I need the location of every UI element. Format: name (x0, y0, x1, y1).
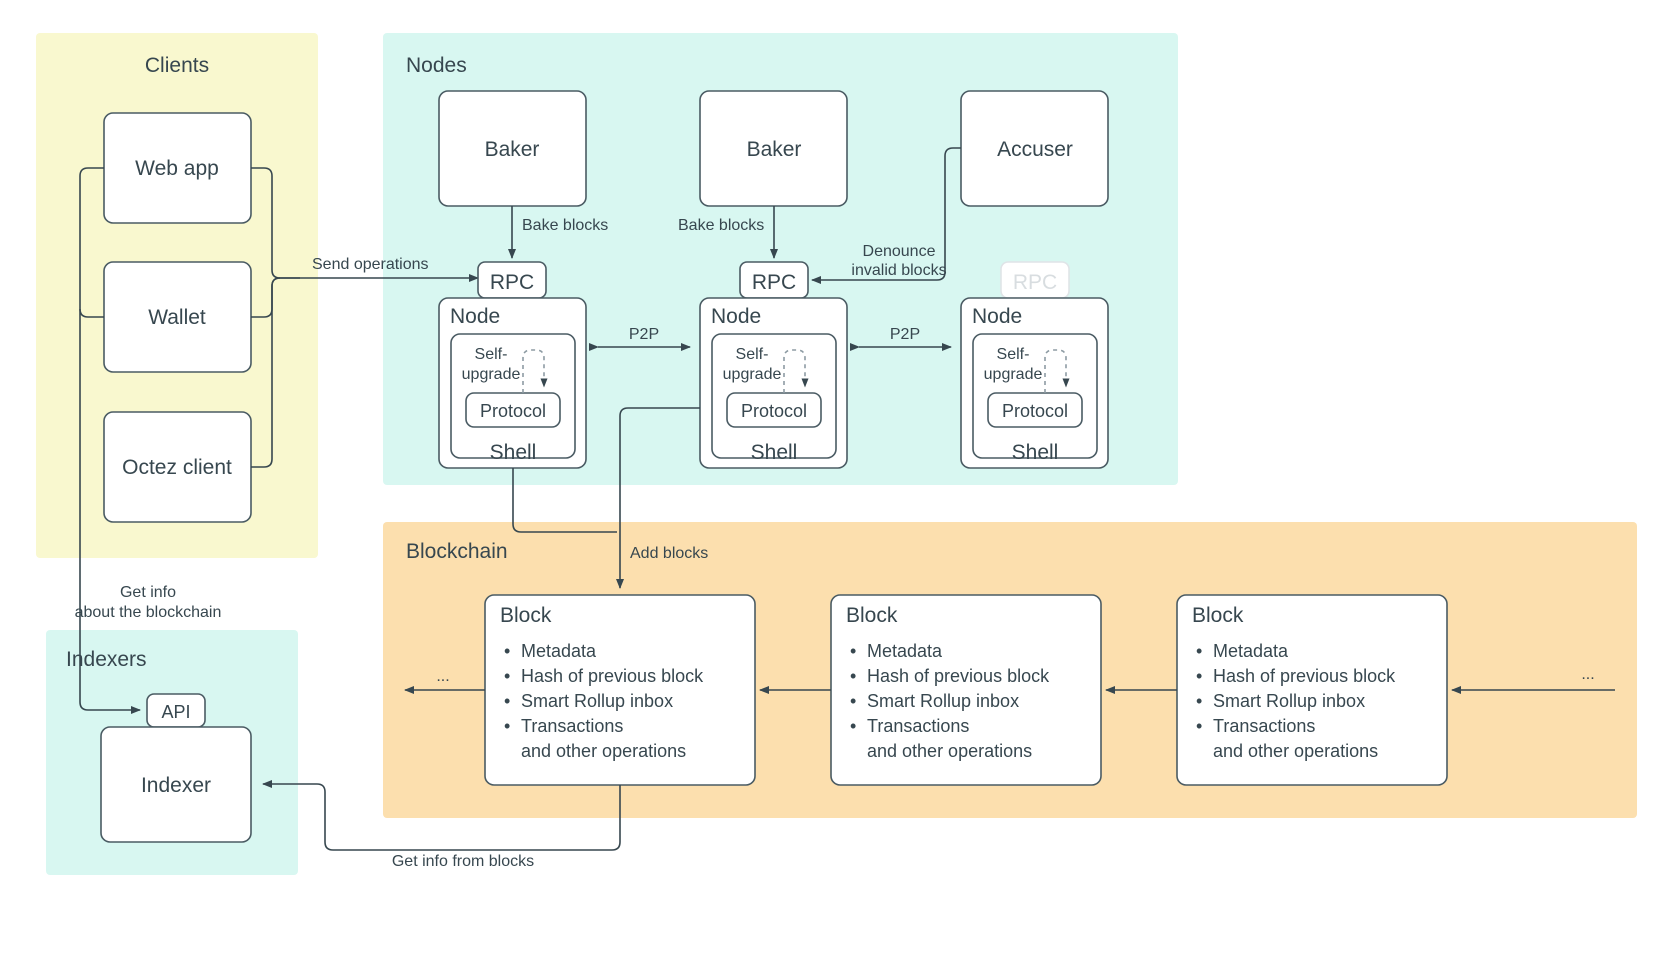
node-label-2: Node (711, 305, 761, 328)
block-cont-1: and other operations (521, 741, 686, 761)
edge-label-get-info-2: about the blockchain (75, 604, 222, 621)
diagram-canvas: Clients Nodes Blockchain Indexers Web ap… (0, 0, 1680, 980)
edge-label-get-info-from-blocks: Get info from blocks (392, 853, 534, 870)
group-label-blockchain: Blockchain (406, 540, 508, 563)
protocol-label-2: Protocol (741, 401, 807, 421)
selfupgrade-label-1b: upgrade (462, 366, 521, 383)
edge-label-get-info-1: Get info (120, 584, 176, 601)
edge-label-denounce-2: invalid blocks (851, 262, 946, 279)
block-bullet-1-1: • Hash of previous block (504, 666, 704, 686)
rpc-label-1: RPC (490, 271, 534, 294)
edge-label-bake-blocks-1: Bake blocks (522, 217, 608, 234)
selfupgrade-label-2a: Self- (736, 346, 769, 363)
block-cont-3: and other operations (1213, 741, 1378, 761)
selfupgrade-label-3b: upgrade (984, 366, 1043, 383)
edge-label-p2p-2: P2P (890, 326, 920, 343)
shell-label-2: Shell (751, 441, 798, 464)
ellipsis-left: ... (436, 668, 449, 685)
block-cont-2: and other operations (867, 741, 1032, 761)
block-title-3: Block (1192, 604, 1244, 627)
block-bullet-2-1: • Hash of previous block (850, 666, 1050, 686)
selfupgrade-label-1a: Self- (475, 346, 508, 363)
daemon-label-accuser: Accuser (997, 138, 1073, 161)
rpc-label-2: RPC (752, 271, 796, 294)
daemon-label-baker-2: Baker (747, 138, 802, 161)
group-label-nodes: Nodes (406, 54, 467, 77)
block-bullet-2-3: • Transactions (850, 716, 969, 736)
client-label-web-app: Web app (135, 157, 219, 180)
client-label-octez-client: Octez client (122, 456, 232, 479)
selfupgrade-label-2b: upgrade (723, 366, 782, 383)
rpc-label-3: RPC (1013, 271, 1057, 294)
api-label: API (161, 702, 190, 722)
selfupgrade-label-3a: Self- (997, 346, 1030, 363)
node-label-1: Node (450, 305, 500, 328)
group-label-clients: Clients (145, 54, 209, 77)
edge-label-send-operations: Send operations (312, 256, 429, 273)
protocol-label-3: Protocol (1002, 401, 1068, 421)
edge-label-p2p-1: P2P (629, 326, 659, 343)
block-title-1: Block (500, 604, 552, 627)
daemon-label-baker-1: Baker (485, 138, 540, 161)
edge-label-add-blocks: Add blocks (630, 545, 708, 562)
architecture-diagram: Clients Nodes Blockchain Indexers Web ap… (36, 33, 1637, 875)
protocol-label-1: Protocol (480, 401, 546, 421)
indexer-label: Indexer (141, 774, 211, 797)
block-bullet-3-3: • Transactions (1196, 716, 1315, 736)
block-bullet-1-3: • Transactions (504, 716, 623, 736)
group-label-indexers: Indexers (66, 648, 147, 671)
ellipsis-right: ... (1581, 666, 1594, 683)
block-bullet-1-2: • Smart Rollup inbox (504, 691, 673, 711)
edge-label-denounce-1: Denounce (863, 243, 936, 260)
block-bullet-3-2: • Smart Rollup inbox (1196, 691, 1365, 711)
block-bullet-2-2: • Smart Rollup inbox (850, 691, 1019, 711)
block-bullet-3-1: • Hash of previous block (1196, 666, 1396, 686)
shell-label-3: Shell (1012, 441, 1059, 464)
shell-label-1: Shell (490, 441, 537, 464)
client-label-wallet: Wallet (148, 306, 206, 329)
node-label-3: Node (972, 305, 1022, 328)
block-title-2: Block (846, 604, 898, 627)
edge-label-bake-blocks-2: Bake blocks (678, 217, 764, 234)
